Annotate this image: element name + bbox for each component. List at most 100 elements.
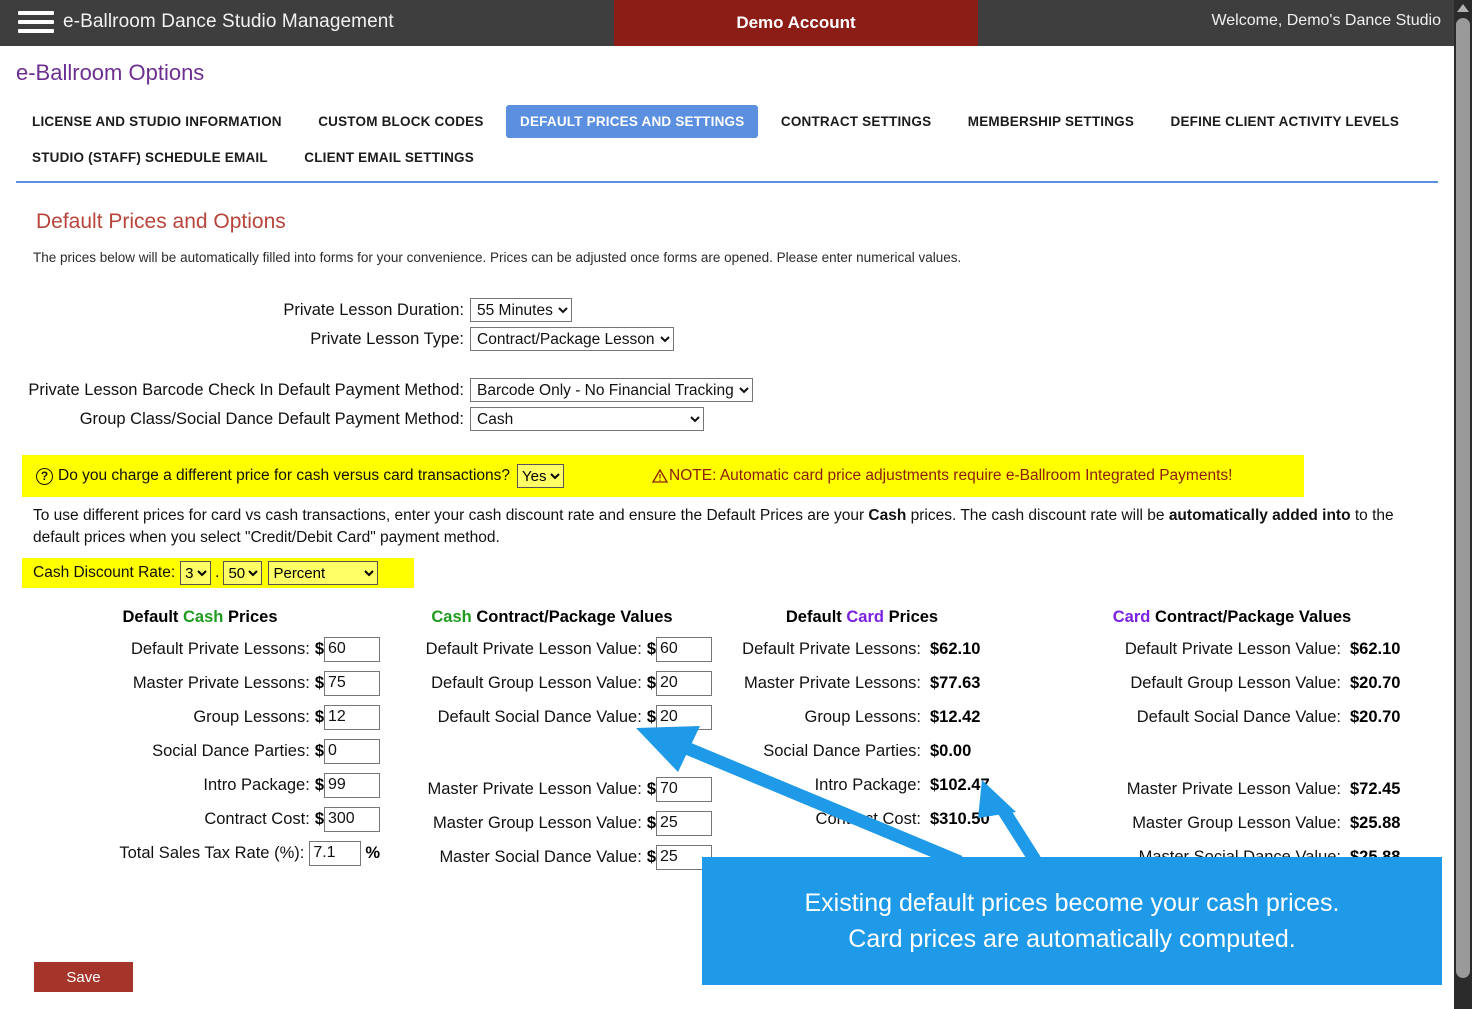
private-lesson-duration-select[interactable]: 55 Minutes: [470, 298, 572, 322]
dollar-sign: $: [646, 707, 656, 726]
row-private-lesson-type: Private Lesson Type: Contract/Package Le…: [0, 327, 1100, 351]
percent-sign: %: [365, 843, 380, 862]
input-master-group-lesson-value[interactable]: [656, 810, 712, 836]
cash-discount-unit-select[interactable]: Percent: [268, 561, 379, 585]
row-master-social-dance-value: Master Social Dance Value: $: [392, 844, 712, 870]
label-master-private-lessons: Master Private Lessons:: [132, 673, 310, 692]
value-card-master-private-lessons: $77.63: [930, 673, 981, 692]
label-card-social-dance-parties: Social Dance Parties:: [763, 741, 921, 760]
tab-membership-settings[interactable]: MEMBERSHIP SETTINGS: [954, 105, 1148, 138]
label-default-social-dance-value: Default Social Dance Value:: [437, 707, 642, 726]
cash-card-instructions: To use different prices for card vs cash…: [33, 505, 1418, 550]
input-default-private-lessons[interactable]: [324, 636, 380, 662]
tab-studio-staff-schedule-email[interactable]: STUDIO (STAFF) SCHEDULE EMAIL: [18, 141, 282, 174]
value-card-default-group-lesson-value: $20.70: [1350, 673, 1401, 692]
dollar-sign: $: [314, 673, 324, 692]
tab-license-and-studio-information[interactable]: LICENSE AND STUDIO INFORMATION: [18, 105, 296, 138]
instructions-part-2: prices. The cash discount rate will be: [906, 507, 1169, 524]
column-heading-card-contract-values: Card Contract/Package Values: [1032, 608, 1432, 627]
tab-custom-block-codes[interactable]: CUSTOM BLOCK CODES: [304, 105, 497, 138]
row-group-lessons: Group Lessons: $: [20, 704, 380, 730]
input-default-group-lesson-value[interactable]: [656, 670, 712, 696]
dollar-sign: $: [646, 847, 656, 866]
input-master-private-lesson-value[interactable]: [656, 776, 712, 802]
tab-client-email-settings[interactable]: CLIENT EMAIL SETTINGS: [290, 141, 488, 174]
group-payment-method-select[interactable]: Cash: [470, 407, 704, 431]
label-card-intro-package: Intro Package:: [814, 775, 921, 794]
heading-suffix: Contract/Package Values: [471, 608, 673, 626]
tab-contract-settings[interactable]: CONTRACT SETTINGS: [767, 105, 945, 138]
input-social-dance-parties[interactable]: [324, 738, 380, 764]
input-contract-cost[interactable]: [324, 806, 380, 832]
private-lesson-duration-label: Private Lesson Duration:: [283, 300, 464, 319]
cash-discount-rate-bar: Cash Discount Rate: 3 . 50 Percent: [22, 558, 414, 588]
barcode-payment-method-select[interactable]: Barcode Only - No Financial Tracking: [470, 378, 753, 402]
dollar-sign: $: [646, 813, 656, 832]
value-card-default-social-dance-value: $20.70: [1350, 707, 1401, 726]
cash-discount-rate-label: Cash Discount Rate:: [33, 564, 176, 581]
row-card-contract-cost: Contract Cost: $310.50: [712, 806, 1012, 832]
cash-discount-whole-select[interactable]: 3: [180, 561, 212, 585]
dollar-sign: $: [314, 809, 324, 828]
row-barcode-payment-method: Private Lesson Barcode Check In Default …: [0, 378, 1100, 402]
tab-default-prices-and-settings[interactable]: DEFAULT PRICES AND SETTINGS: [506, 105, 759, 138]
label-card-default-private-lessons: Default Private Lessons:: [742, 639, 921, 658]
value-card-default-private-lesson-value: $62.10: [1350, 639, 1401, 658]
column-heading-default-cash-prices: Default Cash Prices: [20, 608, 380, 627]
row-card-default-group-lesson-value: Default Group Lesson Value: $20.70: [1032, 670, 1432, 696]
input-total-sales-tax-rate[interactable]: [309, 840, 362, 866]
row-private-lesson-duration: Private Lesson Duration: 55 Minutes: [0, 298, 1100, 322]
section-title: Default Prices and Options: [36, 210, 286, 233]
heading-prefix: Default: [122, 608, 184, 626]
annotation-callout: Existing default prices become your cash…: [702, 857, 1442, 985]
question-mark-icon[interactable]: ?: [36, 467, 53, 485]
top-bar: e-Ballroom Dance Studio Management Demo …: [0, 0, 1454, 46]
scroll-up-arrow-icon[interactable]: [1457, 4, 1469, 12]
page-title: e-Ballroom Options: [16, 60, 205, 85]
value-card-default-private-lessons: $62.10: [930, 639, 981, 658]
label-card-master-private-lesson-value: Master Private Lesson Value:: [1126, 779, 1341, 798]
row-card-default-private-lessons: Default Private Lessons: $62.10: [712, 636, 1012, 662]
dollar-sign: $: [646, 639, 656, 658]
save-button[interactable]: Save: [34, 962, 133, 992]
vertical-scrollbar[interactable]: [1454, 0, 1472, 1009]
row-default-group-lesson-value: Default Group Lesson Value: $: [392, 670, 712, 696]
input-default-private-lesson-value[interactable]: [656, 636, 712, 662]
hamburger-menu-icon[interactable]: [18, 11, 54, 35]
label-master-private-lesson-value: Master Private Lesson Value:: [427, 779, 642, 798]
input-default-social-dance-value[interactable]: [656, 704, 712, 730]
hamburger-bar: [18, 20, 54, 24]
tab-underline-divider: [16, 181, 1438, 183]
input-intro-package[interactable]: [324, 772, 380, 798]
column-gap: [392, 738, 712, 776]
column-heading-default-card-prices: Default Card Prices: [712, 608, 1012, 627]
label-card-default-social-dance-value: Default Social Dance Value:: [1136, 707, 1341, 726]
column-cash-contract-values: Cash Contract/Package Values Default Pri…: [392, 608, 712, 878]
heading-accent-cash: Cash: [183, 608, 224, 626]
label-social-dance-parties: Social Dance Parties:: [152, 741, 310, 760]
row-card-master-private-lesson-value: Master Private Lesson Value: $72.45: [1032, 776, 1432, 802]
row-card-default-private-lesson-value: Default Private Lesson Value: $62.10: [1032, 636, 1432, 662]
hamburger-bar: [18, 11, 54, 15]
label-master-group-lesson-value: Master Group Lesson Value:: [433, 813, 642, 832]
column-card-contract-values: Card Contract/Package Values Default Pri…: [1032, 608, 1432, 878]
row-social-dance-parties: Social Dance Parties: $: [20, 738, 380, 764]
private-lesson-type-select[interactable]: Contract/Package Lesson: [470, 327, 674, 351]
row-card-default-social-dance-value: Default Social Dance Value: $20.70: [1032, 704, 1432, 730]
dollar-sign: $: [314, 741, 324, 760]
page-root: e-Ballroom Dance Studio Management Demo …: [0, 0, 1472, 1009]
section-description: The prices below will be automatically f…: [33, 250, 962, 265]
cash-vs-card-select[interactable]: Yes: [517, 464, 565, 488]
label-card-contract-cost: Contract Cost:: [815, 809, 921, 828]
welcome-message: Welcome, Demo's Dance Studio: [1211, 12, 1441, 29]
heading-prefix: Default: [785, 608, 847, 626]
cash-discount-fraction-select[interactable]: 50: [223, 561, 263, 585]
settings-form: Private Lesson Duration: 55 Minutes Priv…: [0, 298, 1100, 436]
heading-suffix: Prices: [223, 608, 278, 626]
input-master-private-lessons[interactable]: [324, 670, 380, 696]
instructions-bold-auto-added: automatically added into: [1168, 507, 1351, 524]
scrollbar-thumb[interactable]: [1456, 18, 1470, 978]
value-card-group-lessons: $12.42: [930, 707, 981, 726]
input-group-lessons[interactable]: [324, 704, 380, 730]
tab-define-client-activity-levels[interactable]: DEFINE CLIENT ACTIVITY LEVELS: [1157, 105, 1414, 138]
